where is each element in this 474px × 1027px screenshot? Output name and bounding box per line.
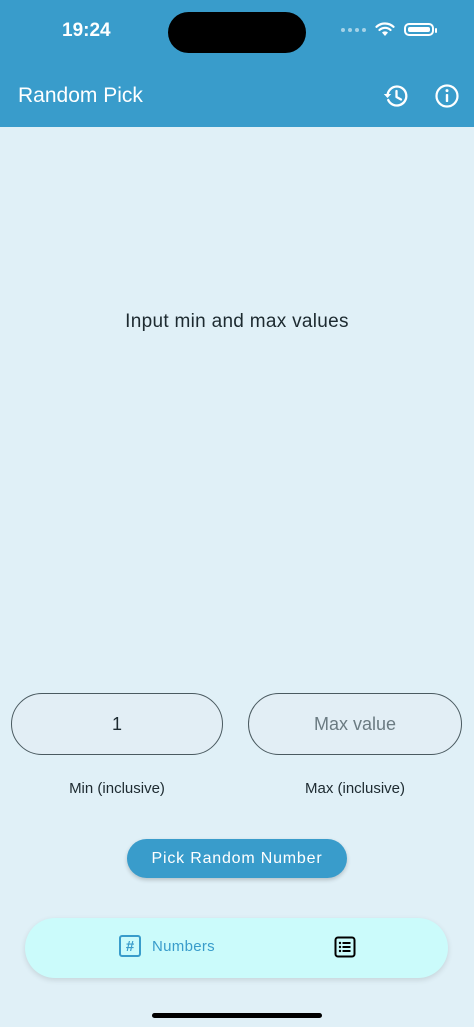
info-icon[interactable] [433,82,461,110]
min-hint: Min (inclusive) [69,780,165,797]
list-icon[interactable] [334,936,356,958]
min-field[interactable] [11,693,223,755]
status-time: 19:24 [62,20,111,41]
wifi-icon [375,22,395,36]
nav-item-label: Numbers [152,937,215,955]
history-icon[interactable] [382,82,410,110]
home-indicator [152,1013,322,1018]
nav-item-numbers[interactable]: # Numbers [119,935,215,957]
app-header: 19:24 Random Pick [0,0,474,127]
max-hint: Max (inclusive) [304,780,406,797]
hash-icon: # [119,935,141,957]
bottom-nav: # Numbers [25,918,448,978]
max-field[interactable] [248,693,462,755]
app-title: Random Pick [18,84,143,107]
dynamic-island [168,12,306,53]
pick-random-number-button[interactable]: Pick Random Number [127,839,347,878]
status-icons [341,22,437,37]
signal-icon [341,27,366,32]
max-input[interactable] [249,712,461,736]
battery-icon [404,23,437,36]
prompt-text: Input min and max values [125,311,349,332]
min-input[interactable] [12,712,222,736]
